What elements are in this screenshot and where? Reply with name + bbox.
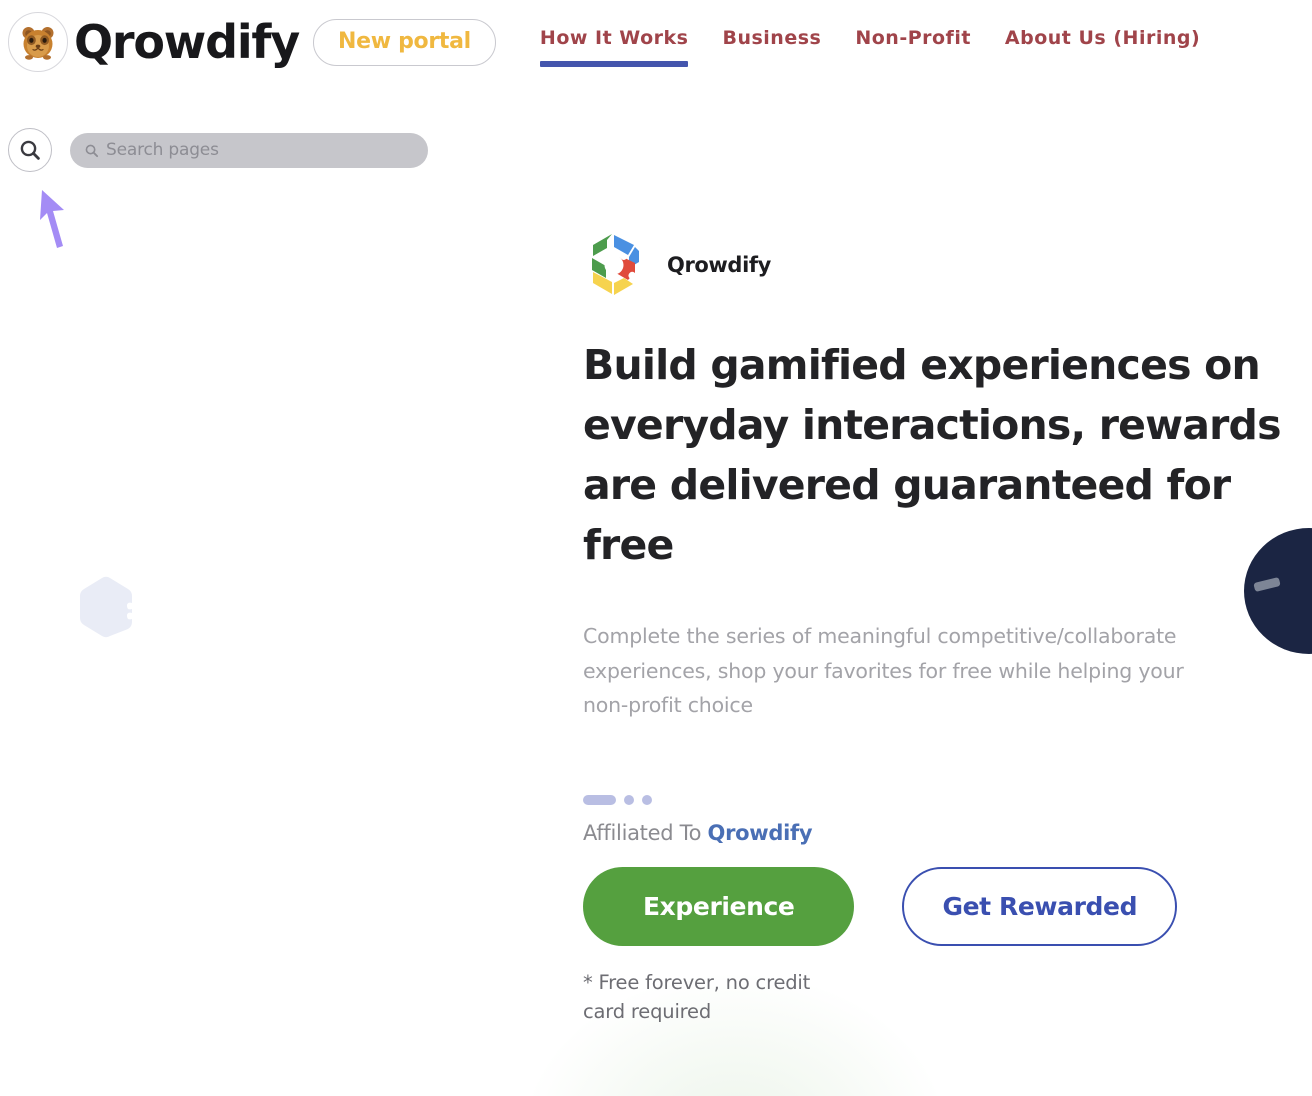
nav-item-about-us[interactable]: About Us (Hiring) (1005, 27, 1200, 67)
get-rewarded-button[interactable]: Get Rewarded (902, 866, 1178, 946)
arrow-pointer-icon (40, 190, 64, 248)
brand-name: Qrowdify (74, 15, 300, 69)
affiliated-line: Affiliated To Qrowdify (583, 821, 1283, 845)
site-header: Qrowdify New portal How It Works Busines… (0, 0, 1312, 100)
nav-item-how-it-works[interactable]: How It Works (539, 27, 689, 67)
main-nav: How It Works Business Non-Profit About U… (539, 12, 1200, 67)
search-icon-small (85, 144, 99, 157)
carousel-dot-3[interactable] (642, 794, 652, 805)
nav-item-non-profit[interactable]: Non-Profit (855, 27, 971, 67)
search-input-placeholder: Search pages (106, 140, 219, 160)
new-portal-badge[interactable]: New portal (312, 18, 496, 66)
search-button[interactable] (8, 128, 52, 172)
page-root: Qrowdify New portal How It Works Busines… (0, 0, 1312, 1096)
puzzle-hexagon-watermark-icon (80, 576, 132, 638)
cta-row: Experience Get Rewarded (583, 866, 1283, 946)
search-icon (20, 140, 40, 160)
search-row: Search pages (8, 128, 428, 172)
carousel-dot-2[interactable] (624, 794, 634, 805)
nav-item-business[interactable]: Business (722, 27, 821, 67)
hero-section: Qrowdify Build gamified experiences on e… (525, 230, 1283, 1096)
hero-subtitle: Complete the series of meaningful compet… (583, 624, 1184, 718)
qrowdify-puzzle-logo-icon (592, 234, 639, 295)
carousel-dots (583, 794, 1283, 805)
search-input[interactable]: Search pages (70, 132, 428, 168)
hamster-avatar-icon (8, 12, 68, 72)
experience-button[interactable]: Experience (583, 866, 855, 946)
page-title: Build gamified experiences on everyday i… (583, 341, 1281, 569)
hero-brand-name: Qrowdify (667, 253, 771, 277)
hamster-avatar-glyph (22, 27, 54, 60)
brand-block[interactable]: Qrowdify New portal (0, 12, 496, 72)
hero-brand-row: Qrowdify (583, 230, 1283, 300)
carousel-dot-1[interactable] (583, 794, 616, 805)
affiliated-brand-link[interactable]: Qrowdify (708, 821, 813, 845)
affiliated-prefix: Affiliated To (583, 820, 702, 845)
cta-note: * Free forever, no credit card required (583, 970, 811, 1024)
